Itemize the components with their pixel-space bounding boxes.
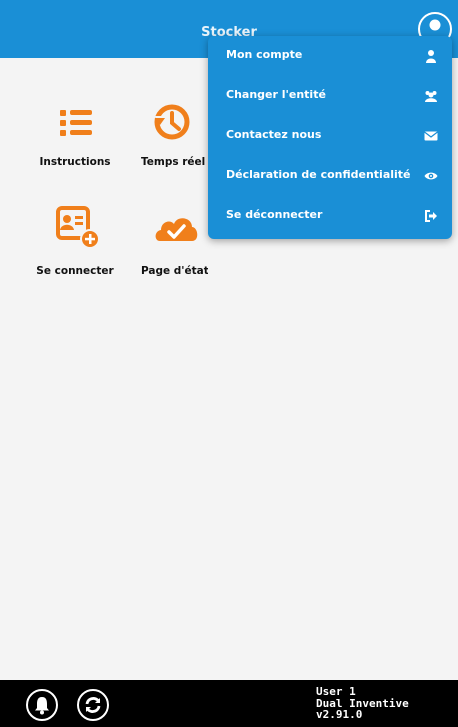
menu-item-se-deconnecter[interactable]: Se déconnecter <box>208 196 452 236</box>
refresh-button[interactable] <box>77 689 109 721</box>
menu-item-label: Déclaration de confidentialité <box>226 168 411 181</box>
user-icon <box>426 50 436 63</box>
menu-item-label: Mon compte <box>226 48 303 61</box>
clock-icon <box>154 104 190 140</box>
menu-item-label: Changer l'entité <box>226 88 326 101</box>
app-version: v2.91.0 <box>316 708 363 721</box>
tile-instructions[interactable]: Instructions <box>21 100 129 168</box>
eye-icon <box>424 172 438 180</box>
tile-temps-reel[interactable]: Temps réel <box>128 100 208 168</box>
list-icon <box>60 110 92 136</box>
envelope-icon <box>424 131 438 141</box>
notifications-button[interactable] <box>26 689 58 721</box>
menu-item-changer-entite[interactable]: Changer l'entité <box>208 76 452 116</box>
tile-label: Se connecter <box>36 265 114 277</box>
id-card-plus-icon <box>56 206 100 249</box>
menu-item-label: Se déconnecter <box>226 208 323 221</box>
user-name: User 1 <box>316 685 356 698</box>
footer-bar: User 1 Dual Inventive v2.91.0 <box>0 680 458 727</box>
account-menu: Mon compte Changer l'entité Contactez no… <box>208 36 452 239</box>
user-info: User 1 Dual Inventive v2.91.0 <box>316 686 409 721</box>
menu-item-declaration-confidentialite[interactable]: Déclaration de confidentialité <box>208 156 452 196</box>
refresh-icon <box>85 697 101 713</box>
users-icon <box>425 91 437 102</box>
bell-icon <box>35 697 49 715</box>
cloud-check-icon <box>155 218 198 241</box>
tile-page-etat[interactable]: Page d'état <box>128 205 208 277</box>
menu-item-label: Contactez nous <box>226 128 322 141</box>
tile-se-connecter[interactable]: Se connecter <box>21 205 129 277</box>
tile-label: Page d'état <box>141 265 208 277</box>
sign-out-icon <box>425 210 437 222</box>
menu-item-mon-compte[interactable]: Mon compte <box>208 36 452 76</box>
menu-item-contactez-nous[interactable]: Contactez nous <box>208 116 452 156</box>
